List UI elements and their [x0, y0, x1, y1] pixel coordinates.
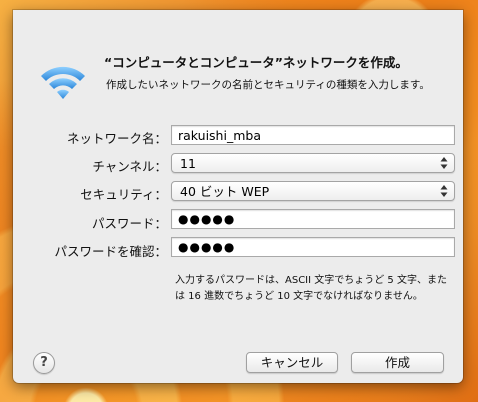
- dialog-description: 作成したいネットワークの名前とセキュリティの種類を入力します。: [106, 79, 430, 91]
- password-input[interactable]: ●●●●●: [171, 209, 455, 229]
- up-down-arrows-icon: [440, 156, 448, 170]
- confirm-password-label: パスワードを確認：: [54, 244, 167, 259]
- create-network-dialog: “コンピュータとコンピュータ”ネットワークを作成。 作成したいネットワークの名前…: [13, 10, 463, 383]
- security-value: 40 ビット WEP: [180, 184, 270, 199]
- network-name-input[interactable]: rakuishi_mba: [171, 125, 455, 145]
- cancel-button[interactable]: キャンセル: [246, 352, 338, 373]
- channel-value: 11: [180, 156, 196, 171]
- wifi-icon: [37, 56, 89, 108]
- up-down-arrows-icon: [440, 184, 448, 198]
- help-button[interactable]: ?: [33, 352, 55, 374]
- channel-select[interactable]: 11: [171, 153, 455, 173]
- create-button[interactable]: 作成: [351, 352, 444, 373]
- password-label: パスワード：: [91, 216, 167, 231]
- password-hint: 入力するパスワードは、ASCII 文字でちょうど 5 文字、または 16 進数で…: [175, 275, 447, 302]
- dialog-title: “コンピュータとコンピュータ”ネットワークを作成。: [104, 55, 408, 70]
- security-select[interactable]: 40 ビット WEP: [171, 181, 455, 201]
- channel-label: チャンネル：: [92, 159, 167, 174]
- security-label: セキュリティ：: [80, 187, 167, 202]
- network-name-label: ネットワーク名：: [66, 131, 167, 146]
- confirm-password-input[interactable]: ●●●●●: [171, 237, 455, 257]
